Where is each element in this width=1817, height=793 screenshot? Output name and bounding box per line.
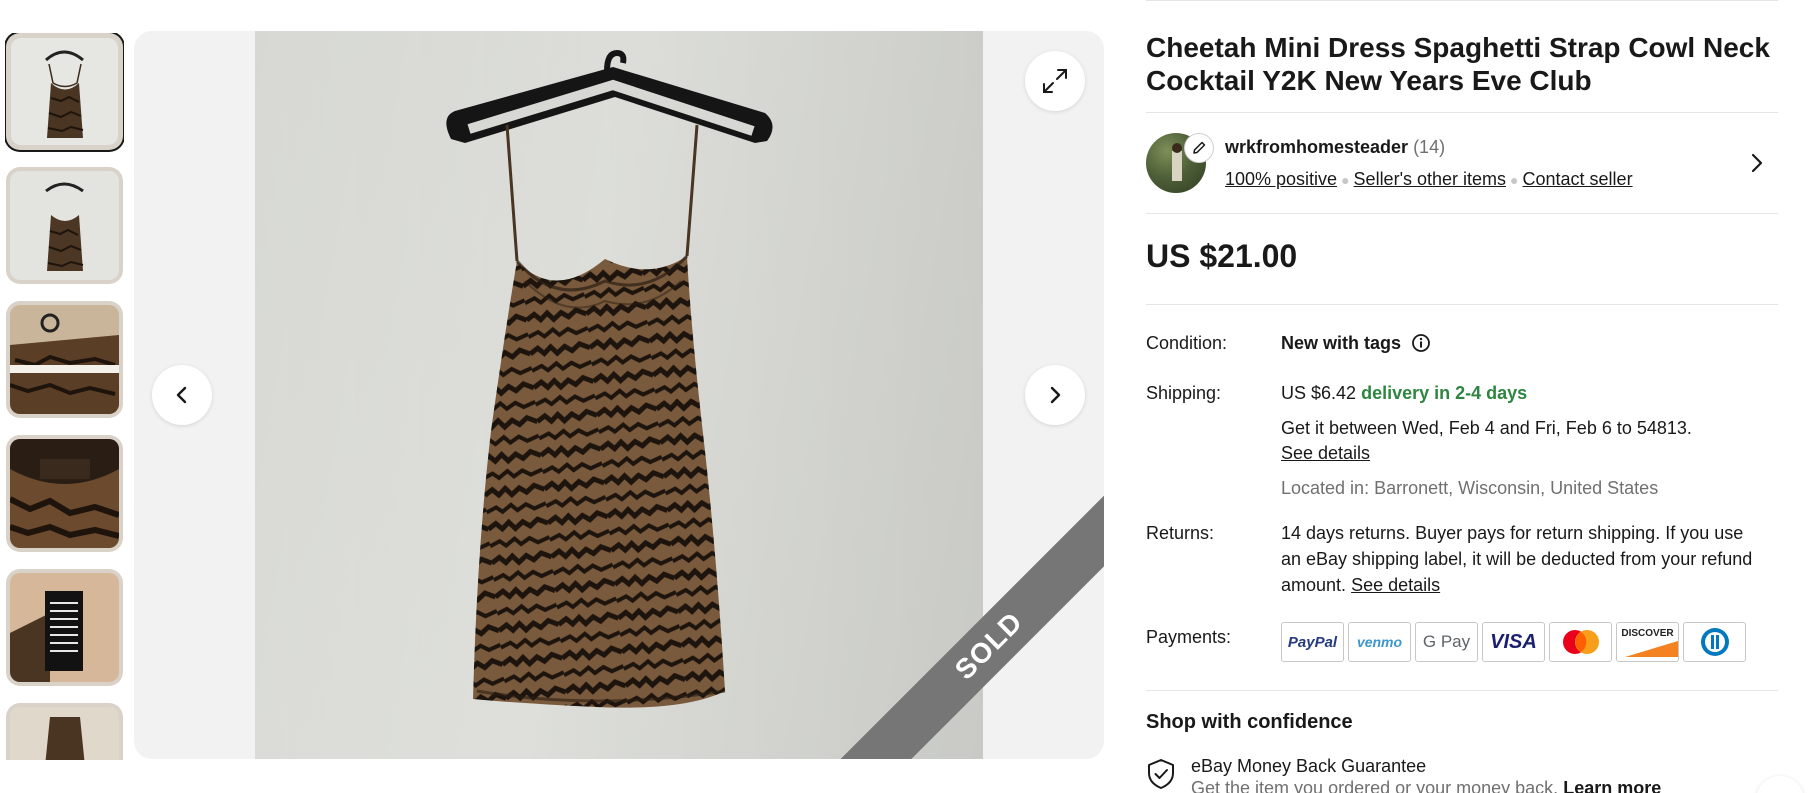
image-viewer: SOLD bbox=[134, 31, 1104, 759]
visa-icon: VISA bbox=[1482, 622, 1545, 662]
condition-label: Condition: bbox=[1146, 333, 1228, 353]
seller-name-line[interactable]: wrkfromhomesteader (14) bbox=[1225, 137, 1445, 158]
pencil-icon bbox=[1193, 141, 1206, 154]
shipping-speed: delivery in 2-4 days bbox=[1361, 383, 1528, 403]
returns-see-details-link[interactable]: See details bbox=[1351, 575, 1440, 595]
returns-text-block: 14 days returns. Buyer pays for return s… bbox=[1281, 520, 1761, 598]
separator-dot: ● bbox=[1341, 172, 1350, 188]
shipping-price: US $6.42 bbox=[1281, 383, 1357, 403]
chevron-left-icon bbox=[176, 386, 187, 404]
seller-feedback-link[interactable]: 100% positive bbox=[1225, 169, 1337, 189]
main-product-photo[interactable] bbox=[255, 31, 983, 759]
google-pay-icon: G Pay bbox=[1415, 622, 1478, 662]
paypal-icon: PayPal bbox=[1281, 622, 1344, 662]
chevron-right-icon bbox=[1050, 386, 1061, 404]
thumbnail-dress-image bbox=[45, 182, 84, 271]
previous-image-button[interactable] bbox=[152, 365, 212, 425]
item-price: US $21.00 bbox=[1146, 238, 1298, 274]
thumbnail-label-image bbox=[10, 591, 83, 682]
money-back-guarantee-line: Get the item you ordered or your money b… bbox=[1191, 778, 1661, 793]
top-divider bbox=[1146, 0, 1778, 1]
divider bbox=[1146, 690, 1778, 691]
item-title: Cheetah Mini Dress Spaghetti Strap Cowl … bbox=[1146, 32, 1770, 96]
shield-check-icon bbox=[1148, 759, 1174, 789]
seller-links: 100% positive ● Seller's other items ● Conta… bbox=[1225, 169, 1633, 190]
payments-label: Payments: bbox=[1146, 627, 1232, 647]
scroll-to-top-button[interactable] bbox=[1756, 776, 1804, 793]
divider bbox=[1146, 304, 1778, 305]
shop-with-confidence-heading: Shop with confidence bbox=[1146, 711, 1353, 733]
thumbnail-6[interactable] bbox=[6, 703, 123, 760]
divider bbox=[1146, 213, 1778, 214]
thumbnail-1[interactable] bbox=[6, 33, 123, 150]
chevron-right-icon bbox=[1751, 153, 1763, 173]
returns-label: Returns: bbox=[1146, 523, 1215, 543]
thumbnail-4[interactable] bbox=[6, 435, 123, 552]
seller-details-button[interactable] bbox=[1744, 150, 1770, 176]
thumbnail-5[interactable] bbox=[6, 569, 123, 686]
learn-more-link[interactable]: Learn more bbox=[1563, 778, 1661, 793]
shipping-price-line: US $6.42 delivery in 2-4 days bbox=[1281, 380, 1527, 406]
thumbnail-dress-flat-image bbox=[45, 717, 85, 760]
venmo-icon: venmo bbox=[1348, 622, 1411, 662]
thumbnail-3[interactable] bbox=[6, 301, 123, 418]
seller-other-items-link[interactable]: Seller's other items bbox=[1354, 169, 1507, 189]
separator-dot: ● bbox=[1510, 172, 1519, 188]
item-location: Located in: Barronett, Wisconsin, United… bbox=[1281, 478, 1659, 498]
seller-card[interactable]: wrkfromhomesteader (14) 100% positive ● Sel… bbox=[1146, 133, 1778, 193]
payment-methods: PayPal venmo G Pay VISA DISCOVER bbox=[1281, 622, 1746, 662]
edit-avatar-button[interactable] bbox=[1184, 133, 1214, 163]
seller-feedback-count: (14) bbox=[1413, 137, 1446, 157]
diners-club-icon bbox=[1683, 622, 1746, 662]
contact-seller-link[interactable]: Contact seller bbox=[1523, 169, 1633, 189]
expand-icon bbox=[1043, 69, 1067, 93]
money-back-guarantee-title: eBay Money Back Guarantee bbox=[1191, 756, 1427, 776]
thumbnail-measure-image bbox=[10, 313, 119, 414]
condition-value-line: New with tags bbox=[1281, 330, 1431, 356]
next-image-button[interactable] bbox=[1025, 365, 1085, 425]
dress-on-hanger-image bbox=[255, 31, 983, 759]
shipping-dates: Get it between Wed, Feb 4 and Fri, Feb 6… bbox=[1281, 418, 1692, 438]
thumbnail-dress-image bbox=[45, 50, 84, 138]
mastercard-icon bbox=[1549, 622, 1612, 662]
discover-icon: DISCOVER bbox=[1616, 622, 1679, 662]
info-icon bbox=[1412, 334, 1430, 352]
thumbnail-strip bbox=[5, 33, 124, 760]
condition-value: New with tags bbox=[1281, 333, 1402, 353]
money-back-guarantee-text: Get the item you ordered or your money b… bbox=[1191, 778, 1559, 793]
divider bbox=[1146, 112, 1778, 113]
fullscreen-button[interactable] bbox=[1025, 51, 1085, 111]
seller-name[interactable]: wrkfromhomesteader bbox=[1225, 137, 1408, 157]
condition-info-button[interactable] bbox=[1411, 333, 1431, 353]
thumbnail-2[interactable] bbox=[6, 167, 123, 284]
thumbnail-tag-image bbox=[10, 439, 119, 539]
shipping-label: Shipping: bbox=[1146, 383, 1222, 403]
shipping-see-details-link[interactable]: See details bbox=[1281, 440, 1370, 466]
